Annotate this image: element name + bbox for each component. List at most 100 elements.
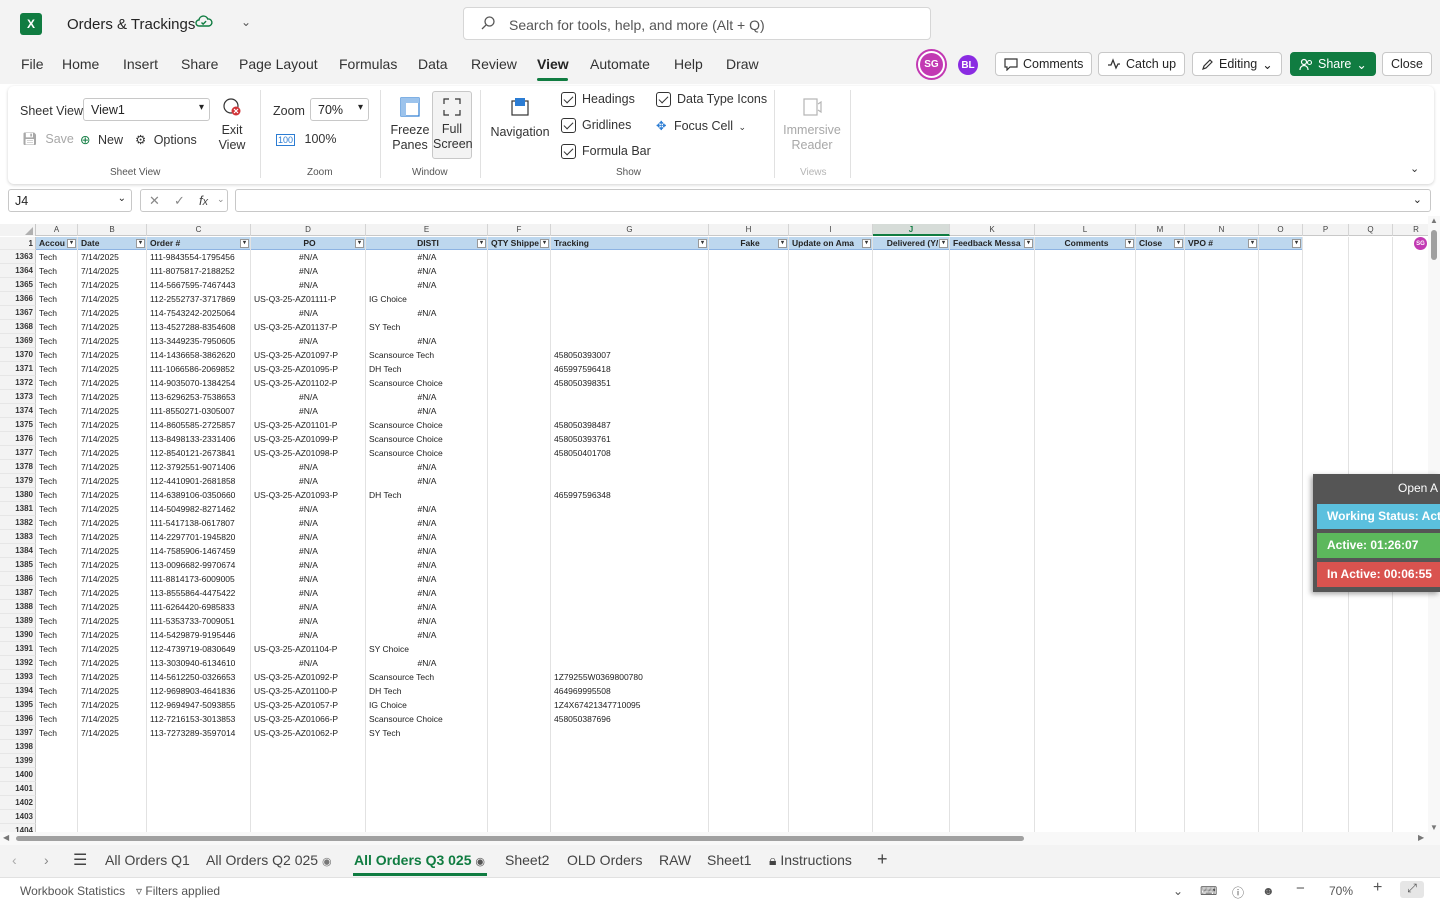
table-cell[interactable]: 7/14/2025 xyxy=(78,474,147,488)
chevron-down-icon[interactable]: ⌄ xyxy=(1173,884,1183,898)
table-cell[interactable]: 464969995508 xyxy=(551,684,709,698)
table-cell[interactable]: 458050387696 xyxy=(551,712,709,726)
table-cell[interactable]: SY Tech xyxy=(366,320,488,334)
table-header-cell[interactable]: Accou ▾ xyxy=(36,237,78,250)
table-cell[interactable]: #N/A xyxy=(366,600,488,614)
scroll-up-icon[interactable]: ▲ xyxy=(1430,216,1438,225)
share-button[interactable]: Share ⌄ xyxy=(1290,52,1376,76)
horizontal-scrollbar[interactable]: ◀ ▶ xyxy=(0,832,1440,845)
table-cell[interactable]: #N/A xyxy=(366,264,488,278)
table-cell[interactable]: #N/A xyxy=(366,250,488,264)
table-cell[interactable]: 113-3449235-7950605 xyxy=(147,334,251,348)
filter-dropdown-icon[interactable]: ▾ xyxy=(1248,239,1257,248)
table-cell[interactable] xyxy=(551,250,709,264)
freeze-panes-button[interactable]: Freeze Panes xyxy=(390,96,430,153)
table-cell[interactable]: #N/A xyxy=(366,572,488,586)
table-cell[interactable]: 7/14/2025 xyxy=(78,488,147,502)
table-cell[interactable]: Tech xyxy=(36,712,78,726)
menu-help[interactable]: Help xyxy=(674,56,703,72)
filter-dropdown-icon[interactable]: ▾ xyxy=(698,239,707,248)
tracker-open-button[interactable]: Open A xyxy=(1392,477,1440,499)
tab-old-orders[interactable]: OLD Orders xyxy=(567,852,642,868)
table-header-cell[interactable]: Close ▾ xyxy=(1136,237,1185,250)
column-header[interactable]: N xyxy=(1185,224,1259,236)
column-header[interactable]: A xyxy=(36,224,78,236)
formula-input[interactable]: ⌄ xyxy=(235,189,1431,212)
table-cell[interactable]: #N/A xyxy=(251,586,366,600)
table-cell[interactable] xyxy=(551,306,709,320)
add-sheet-plus-icon[interactable]: + xyxy=(877,849,888,870)
table-cell[interactable]: #N/A xyxy=(366,502,488,516)
table-cell[interactable]: IG Choice xyxy=(366,698,488,712)
table-cell[interactable]: Tech xyxy=(36,362,78,376)
row-header[interactable]: 1367 xyxy=(0,306,36,320)
row-header[interactable]: 1375 xyxy=(0,418,36,432)
table-cell[interactable]: US-Q3-25-AZ01104-P xyxy=(251,642,366,656)
table-cell[interactable]: Tech xyxy=(36,670,78,684)
table-cell[interactable] xyxy=(551,586,709,600)
table-cell[interactable]: #N/A xyxy=(366,558,488,572)
row-header[interactable]: 1377 xyxy=(0,446,36,460)
name-box[interactable]: J4 ⌄ xyxy=(8,189,132,212)
table-cell[interactable]: 114-5612250-0326653 xyxy=(147,670,251,684)
table-cell[interactable]: Tech xyxy=(36,488,78,502)
table-cell[interactable]: 7/14/2025 xyxy=(78,292,147,306)
table-cell[interactable]: 7/14/2025 xyxy=(78,600,147,614)
row-header[interactable]: 1382 xyxy=(0,516,36,530)
table-cell[interactable]: DH Tech xyxy=(366,362,488,376)
table-cell[interactable]: #N/A xyxy=(366,516,488,530)
table-cell[interactable]: Tech xyxy=(36,474,78,488)
column-header[interactable]: F xyxy=(488,224,551,236)
column-header[interactable]: P xyxy=(1303,224,1349,236)
table-cell[interactable]: #N/A xyxy=(251,474,366,488)
table-cell[interactable]: #N/A xyxy=(251,334,366,348)
row-header[interactable]: 1396 xyxy=(0,712,36,726)
table-header-cell[interactable]: Feedback Messa ▾ xyxy=(950,237,1035,250)
table-cell[interactable]: 111-5353733-7009051 xyxy=(147,614,251,628)
table-cell[interactable]: #N/A xyxy=(251,404,366,418)
table-cell[interactable]: 7/14/2025 xyxy=(78,614,147,628)
table-cell[interactable]: #N/A xyxy=(251,516,366,530)
table-cell[interactable]: US-Q3-25-AZ01095-P xyxy=(251,362,366,376)
table-cell[interactable]: Scansource Tech xyxy=(366,670,488,684)
collapse-ribbon-chevron-icon[interactable]: ⌄ xyxy=(1410,162,1419,175)
table-cell[interactable]: 7/14/2025 xyxy=(78,306,147,320)
row-header[interactable]: 1401 xyxy=(0,782,36,796)
row-header[interactable]: 1383 xyxy=(0,530,36,544)
column-header[interactable]: B xyxy=(78,224,147,236)
table-cell[interactable]: 111-8550271-0305007 xyxy=(147,404,251,418)
table-cell[interactable] xyxy=(551,600,709,614)
tab-raw[interactable]: RAW xyxy=(659,852,691,868)
table-cell[interactable] xyxy=(551,544,709,558)
expand-formula-chevron-icon[interactable]: ⌄ xyxy=(1413,193,1422,206)
table-cell[interactable]: 7/14/2025 xyxy=(78,334,147,348)
table-cell[interactable] xyxy=(551,502,709,516)
table-cell[interactable]: 7/14/2025 xyxy=(78,656,147,670)
table-cell[interactable]: US-Q3-25-AZ01101-P xyxy=(251,418,366,432)
scroll-left-icon[interactable]: ◀ xyxy=(3,833,9,842)
table-cell[interactable]: Tech xyxy=(36,320,78,334)
avatar[interactable]: BL xyxy=(958,55,978,75)
table-cell[interactable] xyxy=(551,474,709,488)
table-cell[interactable]: #N/A xyxy=(366,628,488,642)
new-view-button[interactable]: ⊕ New xyxy=(80,132,123,147)
cloud-saved-icon[interactable] xyxy=(195,14,213,33)
table-cell[interactable]: 114-9035070-1384254 xyxy=(147,376,251,390)
row-header[interactable]: 1380 xyxy=(0,488,36,502)
table-cell[interactable]: 7/14/2025 xyxy=(78,642,147,656)
row-header[interactable]: 1369 xyxy=(0,334,36,348)
filter-dropdown-icon[interactable]: ▾ xyxy=(1174,239,1183,248)
table-header-cell[interactable]: Delivered (Y/▾ xyxy=(873,237,950,250)
workbook-statistics[interactable]: Workbook Statistics xyxy=(20,884,125,898)
table-cell[interactable]: Tech xyxy=(36,600,78,614)
table-cell[interactable]: 7/14/2025 xyxy=(78,446,147,460)
table-cell[interactable]: 7/14/2025 xyxy=(78,250,147,264)
column-header[interactable]: I xyxy=(789,224,873,236)
table-header-cell[interactable]: PO ▾ xyxy=(251,237,366,250)
table-cell[interactable] xyxy=(551,516,709,530)
table-cell[interactable]: SY Tech xyxy=(366,726,488,740)
table-cell[interactable]: 111-8814173-6009005 xyxy=(147,572,251,586)
table-cell[interactable]: 7/14/2025 xyxy=(78,460,147,474)
table-header-cell[interactable]: ▾ xyxy=(1259,237,1303,250)
table-cell[interactable]: US-Q3-25-AZ01137-P xyxy=(251,320,366,334)
